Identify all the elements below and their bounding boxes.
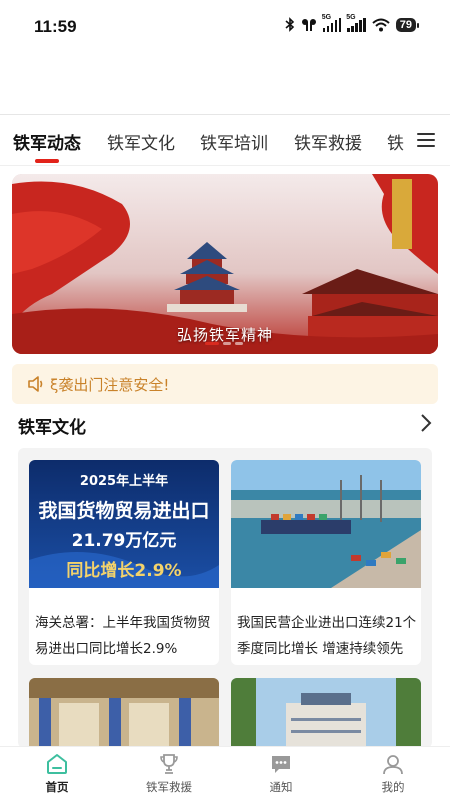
nav-rescue[interactable]: 铁军救援 bbox=[114, 751, 224, 795]
nav-home-label: 首页 bbox=[45, 780, 69, 794]
tab-tiejun-peixun[interactable]: 铁军培训 bbox=[200, 129, 268, 154]
tabs-menu-button[interactable] bbox=[414, 129, 438, 151]
notice-text: ξ袭出门注意安全! bbox=[50, 376, 170, 394]
status-icons: 5G 5G 79 bbox=[285, 14, 420, 32]
article-image bbox=[231, 460, 421, 588]
bottom-nav: 首页 铁军救援 通知 我的 bbox=[0, 746, 450, 800]
image-headline-1: 2025年上半年 bbox=[79, 474, 169, 489]
wifi-icon bbox=[372, 18, 390, 31]
image-headline-3: 21.79万亿元 bbox=[71, 531, 177, 551]
article-grid: 2025年上半年 我国货物贸易进出口 21.79万亿元 同比增长2.9% 海关总… bbox=[18, 448, 432, 748]
article-card[interactable] bbox=[29, 678, 219, 748]
status-time: 11:59 bbox=[34, 17, 77, 36]
article-image bbox=[29, 678, 219, 748]
carousel-dots bbox=[205, 342, 243, 345]
notice-bar[interactable]: ξ袭出门注意安全! bbox=[12, 364, 438, 404]
image-headline-4: 同比增长2.9% bbox=[66, 561, 182, 581]
section-title: 铁军文化 bbox=[18, 418, 86, 438]
category-tabs: 铁军动态 铁军文化 铁军培训 铁军救援 铁 bbox=[0, 114, 450, 166]
signal-icon-2: 5G bbox=[346, 14, 366, 32]
user-icon bbox=[383, 755, 403, 775]
home-icon bbox=[47, 754, 67, 774]
active-tab-indicator bbox=[35, 159, 59, 163]
signal-icon-1: 5G bbox=[322, 14, 342, 32]
article-title: 我国民营企业进出口连续21个季度同比增长 增速持续领先 bbox=[237, 615, 417, 657]
nav-rescue-label: 铁军救援 bbox=[146, 780, 192, 794]
nav-mine[interactable]: 我的 bbox=[338, 751, 448, 795]
tab-tiejun-wenhua[interactable]: 铁军文化 bbox=[107, 129, 175, 154]
speaker-icon bbox=[28, 376, 43, 392]
nav-notify-label: 通知 bbox=[269, 780, 293, 794]
article-card[interactable]: 我国民营企业进出口连续21个季度同比增长 增速持续领先 bbox=[231, 460, 421, 665]
banner-carousel[interactable]: 弘扬铁军精神 bbox=[12, 174, 438, 354]
tab-partial[interactable]: 铁 bbox=[387, 129, 404, 154]
tab-tiejun-dongtai[interactable]: 铁军动态 bbox=[13, 129, 81, 154]
nav-mine-label: 我的 bbox=[381, 780, 405, 794]
chevron-right-icon[interactable] bbox=[416, 412, 436, 434]
bluetooth-icon bbox=[285, 17, 294, 32]
status-bar: 11:59 5G 5G 79 bbox=[0, 0, 450, 56]
article-image bbox=[231, 678, 421, 748]
trophy-icon bbox=[160, 754, 178, 774]
nav-home[interactable]: 首页 bbox=[2, 751, 112, 795]
article-title: 海关总署：上半年我国货物贸易进出口同比增长2.9% bbox=[35, 615, 211, 657]
nav-notify[interactable]: 通知 bbox=[226, 751, 336, 795]
battery-indicator: 79 bbox=[395, 17, 420, 32]
image-headline-2: 我国货物贸易进出口 bbox=[38, 500, 210, 522]
article-card[interactable]: 2025年上半年 我国货物贸易进出口 21.79万亿元 同比增长2.9% 海关总… bbox=[29, 460, 219, 665]
tab-tiejun-jiuyuan[interactable]: 铁军救援 bbox=[294, 129, 362, 154]
article-card[interactable] bbox=[231, 678, 421, 748]
earbuds-icon bbox=[301, 18, 316, 31]
message-icon bbox=[272, 756, 290, 773]
